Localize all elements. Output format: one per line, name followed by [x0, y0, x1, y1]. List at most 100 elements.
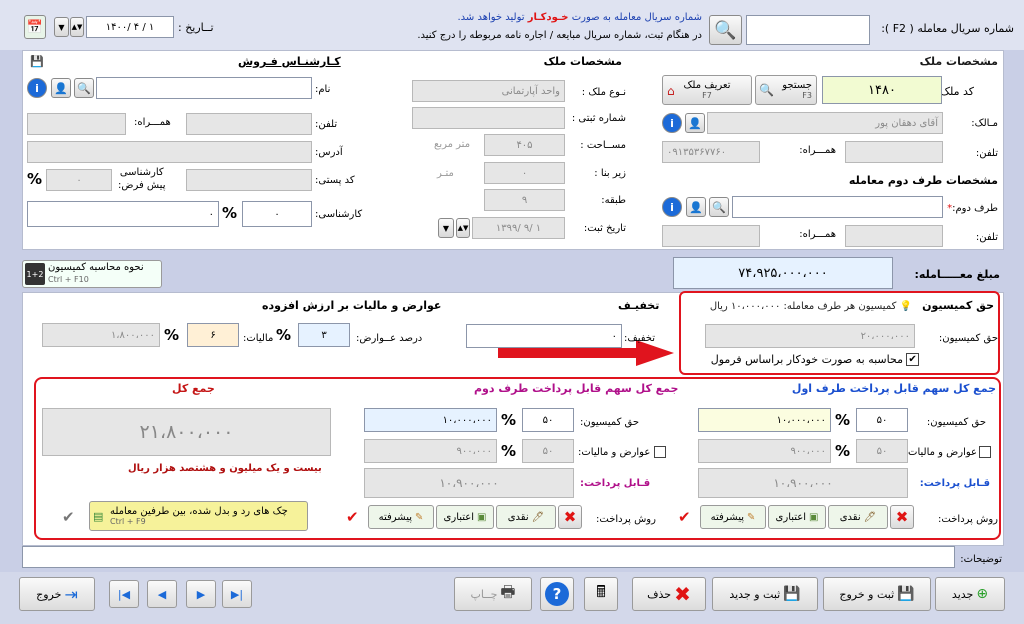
- reg-date-input[interactable]: ۱۳۹۹/ ۹/ ۱: [472, 217, 565, 239]
- party1-cash-button[interactable]: نقدی 🖊: [828, 505, 888, 529]
- area-input[interactable]: ۴۰۵: [484, 134, 565, 156]
- party2-check-icon: ✔: [346, 508, 359, 526]
- second-party-input[interactable]: [732, 196, 943, 218]
- date-input[interactable]: ۱۴۰۰/ ۴ / ۱: [86, 16, 174, 38]
- second-party-contact-icon[interactable]: 👤: [686, 197, 706, 217]
- calculator-button[interactable]: 🖩: [584, 577, 618, 611]
- save-exit-button[interactable]: ثبت و خروج 💾: [823, 577, 931, 611]
- calendar-icon[interactable]: 📅: [24, 15, 46, 39]
- serial-search-button[interactable]: 🔍: [709, 15, 742, 45]
- owner-phone-label: تلفن:: [975, 148, 998, 159]
- party1-tax-checkbox[interactable]: [979, 446, 991, 458]
- tax-total-input[interactable]: ۱،۸۰۰،۰۰۰: [42, 323, 160, 347]
- help-button[interactable]: ?: [540, 577, 574, 611]
- party2-advanced-button[interactable]: پیشرفته ✎: [368, 505, 434, 529]
- agent-title: کـارشنـاس فـروش: [238, 55, 341, 68]
- print-button[interactable]: چــاپ 🖶: [454, 577, 532, 611]
- delete-button[interactable]: حذف ✖: [632, 577, 706, 611]
- built-input[interactable]: ۰: [484, 162, 565, 184]
- next-record-button[interactable]: ▶: [186, 580, 216, 608]
- save-new-button[interactable]: ثبت و جدید 💾: [712, 577, 818, 611]
- party1-tax-pct-input[interactable]: ۵۰: [856, 439, 908, 463]
- agent-info-icon[interactable]: i: [27, 78, 47, 98]
- agent-name-input[interactable]: [96, 77, 312, 99]
- party2-tax-pct-input[interactable]: ۵۰: [522, 439, 574, 463]
- owner-phone-input[interactable]: [845, 141, 943, 163]
- duty-input[interactable]: ۳: [298, 323, 350, 347]
- new-icon: ⊕: [976, 586, 989, 602]
- reg-number-input[interactable]: [412, 107, 565, 129]
- define-property-button[interactable]: تعریف ملک F7 ⌂: [662, 75, 752, 105]
- party1-credit-button[interactable]: اعتباری ▣: [768, 505, 826, 529]
- party2-credit-button[interactable]: اعتباری ▣: [436, 505, 494, 529]
- prev-record-button[interactable]: ◀: [147, 580, 177, 608]
- tax-input[interactable]: ۶: [187, 323, 239, 347]
- expert-percent-input[interactable]: ۰: [242, 201, 312, 227]
- calculator-icon: 1+2: [25, 263, 45, 285]
- agent-postal-input[interactable]: [186, 169, 312, 191]
- party2-method-label: روش پرداخت:: [596, 514, 656, 525]
- date-spin-button[interactable]: ▲▼: [70, 17, 84, 37]
- expert-amount-input[interactable]: ۰: [27, 201, 219, 227]
- total-words: بیست و یک میلیون و هشتصد هزار ریال: [128, 463, 322, 474]
- second-party-search-icon[interactable]: 🔍: [709, 197, 729, 217]
- save-icon[interactable]: 💾: [30, 55, 44, 68]
- reg-date-dropdown-button[interactable]: ▼: [438, 218, 454, 238]
- first-record-button[interactable]: |◀: [109, 580, 139, 608]
- agent-phone-input[interactable]: [186, 113, 312, 135]
- discount-input[interactable]: ۰: [466, 324, 622, 348]
- second-party-phone-input[interactable]: [845, 225, 943, 247]
- party2-comm-pct-input[interactable]: ۵۰: [522, 408, 574, 432]
- party1-clear-button[interactable]: ✖: [890, 505, 914, 529]
- cash-icon: 🖊: [863, 511, 877, 523]
- agent-name-label: نام:: [315, 84, 331, 95]
- owner-mobile-input[interactable]: ۰۹۱۳۵۳۶۷۷۶۰: [662, 141, 760, 163]
- deal-amount-input[interactable]: ۷۴،۹۲۵،۰۰۰،۰۰۰: [673, 257, 893, 289]
- agent-search-icon[interactable]: 🔍: [74, 78, 94, 98]
- reg-date-spin-button[interactable]: ▲▼: [456, 218, 470, 238]
- commission-calc-button[interactable]: 1+2 نحوه محاسبه کمیسیون Ctrl + F10: [22, 260, 162, 288]
- last-record-button[interactable]: ▶|: [222, 580, 252, 608]
- agent-contact-icon[interactable]: 👤: [51, 78, 71, 98]
- party1-comm-input[interactable]: ۱۰،۰۰۰،۰۰۰: [698, 408, 831, 432]
- notes-input[interactable]: [22, 546, 955, 568]
- cheques-button[interactable]: چک های رد و بدل شده، بین طرفین معامله Ctr…: [89, 501, 308, 531]
- party1-advanced-button[interactable]: پیشرفته ✎: [700, 505, 766, 529]
- party2-clear-button[interactable]: ✖: [558, 505, 582, 529]
- default-expert-input[interactable]: ۰: [46, 169, 112, 191]
- party2-cash-button[interactable]: نقدی 🖊: [496, 505, 556, 529]
- search-property-button[interactable]: جستجو F3 🔍: [755, 75, 817, 105]
- commission-input[interactable]: ۲۰،۰۰۰،۰۰۰: [705, 324, 915, 348]
- tax-percent-icon: %: [164, 326, 180, 344]
- party1-pay-input[interactable]: ۱۰،۹۰۰،۰۰۰: [698, 468, 908, 498]
- agent-address-label: آدرس:: [315, 147, 343, 158]
- party2-tax-checkbox[interactable]: [654, 446, 667, 458]
- property-code-input[interactable]: ۱۴۸۰: [822, 76, 942, 104]
- total-input[interactable]: ۲۱،۸۰۰،۰۰۰: [42, 408, 331, 456]
- auto-calc-checkbox[interactable]: ✔: [906, 353, 919, 366]
- agent-mobile-input[interactable]: [27, 113, 126, 135]
- party2-comm-input[interactable]: ۱۰،۰۰۰،۰۰۰: [364, 408, 497, 432]
- cheque-icon: ▤: [93, 510, 104, 523]
- type-input[interactable]: واحد آپارتمانی: [412, 80, 565, 102]
- floor-input[interactable]: ۹: [484, 189, 565, 211]
- date-dropdown-button[interactable]: ▼: [54, 17, 69, 37]
- deal-amount-label: مبلغ معـــــامله:: [914, 268, 1000, 281]
- last-icon: ▶|: [230, 587, 244, 601]
- party1-comm-pct-input[interactable]: ۵۰: [856, 408, 908, 432]
- agent-address-input[interactable]: [27, 141, 312, 163]
- new-button[interactable]: جدید ⊕: [935, 577, 1005, 611]
- party1-tax-input[interactable]: ۹۰۰،۰۰۰: [698, 439, 831, 463]
- owner-contact-icon[interactable]: 👤: [685, 113, 705, 133]
- owner-info-icon[interactable]: i: [662, 113, 682, 133]
- owner-input[interactable]: آقای دهقان پور: [707, 112, 943, 134]
- exit-button[interactable]: خروج ⇥: [19, 577, 95, 611]
- agent-postal-label: کد پستی:: [315, 175, 355, 186]
- second-party-info-icon[interactable]: i: [662, 197, 682, 217]
- second-party-mobile-input[interactable]: [662, 225, 760, 247]
- built-unit: متـر: [437, 168, 454, 179]
- party2-tax-input[interactable]: ۹۰۰،۰۰۰: [364, 439, 497, 463]
- serial-note-1: شماره سریال معامله به صورت خـودکـار تولی…: [457, 12, 702, 23]
- party2-pay-input[interactable]: ۱۰،۹۰۰،۰۰۰: [364, 468, 574, 498]
- serial-input[interactable]: [746, 15, 870, 45]
